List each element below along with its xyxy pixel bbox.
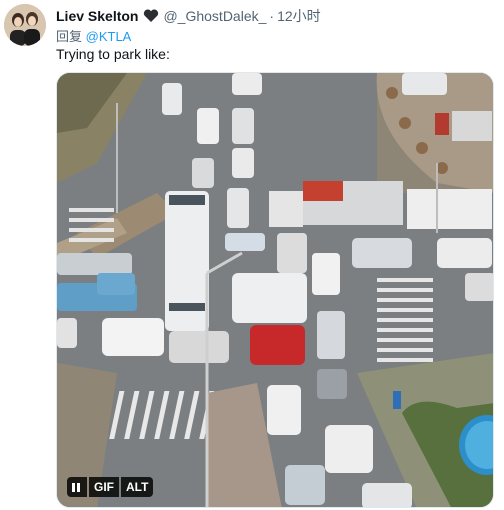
traffic-scene-image xyxy=(57,73,493,507)
author-handle[interactable]: @_GhostDalek_ xyxy=(163,8,266,24)
author-name[interactable]: Liev Skelton xyxy=(56,8,138,24)
gif-badge: GIF xyxy=(89,477,119,497)
separator-dot: · xyxy=(269,8,275,24)
media-badges: GIF ALT xyxy=(67,477,154,497)
black-heart-icon xyxy=(143,9,159,23)
reply-mention-link[interactable]: @KTLA xyxy=(86,29,132,44)
tweet-text: Trying to park like: xyxy=(56,46,170,62)
reply-prefix: 回复 xyxy=(56,29,83,44)
author-avatar[interactable] xyxy=(4,4,46,46)
tweet-gif-media[interactable]: GIF ALT xyxy=(56,72,494,508)
pause-button[interactable] xyxy=(67,477,87,497)
tweet-timestamp[interactable]: 12小时 xyxy=(277,6,321,26)
tweet-header: Liev Skelton @_GhostDalek_ · 12小时 xyxy=(56,6,321,26)
pause-icon xyxy=(72,482,75,492)
alt-text-button[interactable]: ALT xyxy=(121,477,154,497)
reply-context: 回复 @KTLA xyxy=(56,26,131,45)
